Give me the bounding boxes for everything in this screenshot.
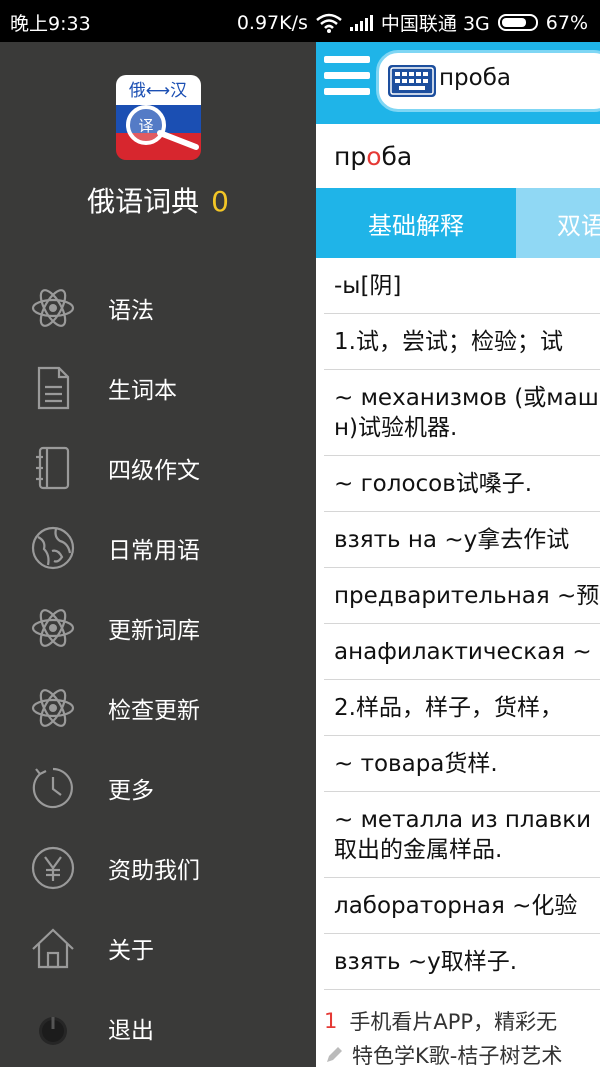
definition-tabs: 基础解释 双语	[316, 188, 600, 258]
list-item: 2.样品，样子，货样，	[324, 680, 600, 736]
list-item: лабораторная ~化验	[324, 878, 600, 934]
list-item: ~ механизмов (或машин)试验机器.	[324, 370, 600, 456]
status-bar: 晚上9:33 0.97K/s 中国联通 3G 67%	[0, 0, 600, 42]
menu-label: 日常用语	[108, 538, 200, 564]
menu-item-update-dictionary[interactable]: 更新词库	[0, 587, 316, 667]
top-bar	[316, 42, 600, 124]
navigation-drawer: 俄⟷汉 译 俄语词典 0 语法 生词本 四级作文 日常用语 更新词库 检查更新	[0, 42, 316, 1067]
app-title-row: 俄语词典 0	[0, 180, 316, 220]
list-item: 1.试，尝试；检验；试	[324, 314, 600, 370]
battery-icon	[497, 14, 538, 31]
menu-item-donate[interactable]: 资助我们	[0, 827, 316, 907]
clock-icon	[32, 767, 73, 809]
list-item: взять ~у取样子.	[324, 934, 600, 990]
menu-toggle-button[interactable]	[324, 56, 370, 108]
ad-link[interactable]: 1 手机看片APP，精彩无	[316, 1004, 600, 1038]
app-logo-icon: 俄⟷汉 译	[116, 75, 201, 160]
list-item: ~ металла из плавки 取出的金属样品.	[324, 792, 600, 878]
logo-text-mid: 译	[138, 117, 153, 135]
word-count-badge: 0	[211, 185, 229, 218]
menu-label: 资助我们	[108, 858, 200, 884]
headword: проба	[334, 142, 412, 171]
atom-icon	[31, 609, 75, 647]
menu-item-exit[interactable]: 退出	[0, 987, 316, 1067]
menu-label: 退出	[108, 1018, 154, 1044]
ad-text: 手机看片APP，精彩无	[349, 1010, 558, 1034]
globe-icon	[31, 526, 75, 570]
tab-bilingual[interactable]: 双语	[516, 188, 600, 258]
headword-stress: о	[366, 142, 382, 171]
ad-text: 特色学K歌-桔子树艺术	[352, 1044, 563, 1067]
pencil-icon	[327, 1047, 342, 1062]
battery-level: 67%	[545, 11, 588, 34]
atom-icon	[31, 289, 75, 327]
list-item: ~ голосов试嗓子.	[324, 456, 600, 512]
menu-label: 检查更新	[108, 698, 200, 724]
menu-label: 语法	[108, 298, 154, 324]
signal-icon	[349, 14, 373, 31]
wifi-icon	[316, 13, 342, 33]
menu-label: 更多	[108, 778, 154, 804]
list-item: взять на ~у拿去作试	[324, 512, 600, 568]
atom-icon	[31, 689, 75, 727]
headword-pre: пр	[334, 142, 367, 171]
menu-item-more[interactable]: 更多	[0, 747, 316, 827]
menu-label: 关于	[108, 938, 154, 964]
ad-link[interactable]: 特色学K歌-桔子树艺术	[316, 1038, 600, 1067]
menu-item-daily-phrases[interactable]: 日常用语	[0, 507, 316, 587]
main-panel: проба 基础解释 双语 -ы[阴] 1.试，尝试；检验；试 ~ механи…	[316, 42, 600, 1067]
ad-number: 1	[324, 1009, 338, 1033]
carrier-label: 中国联通 3G	[380, 13, 490, 35]
list-item: предварительная ~预	[324, 568, 600, 624]
search-box	[376, 50, 600, 112]
notebook-icon	[36, 446, 70, 490]
menu-item-check-update[interactable]: 检查更新	[0, 667, 316, 747]
list-item: анафилактическая ~	[324, 624, 600, 680]
ad-banner: 1 手机看片APP，精彩无 特色学K歌-桔子树艺术	[316, 1004, 600, 1067]
app-name: 俄语词典	[87, 185, 200, 218]
power-icon	[39, 1017, 67, 1045]
definition-list: -ы[阴] 1.试，尝试；检验；试 ~ механизмов (或машин)试…	[324, 258, 600, 990]
list-item: ~ товара货样.	[324, 736, 600, 792]
menu-label: 更新词库	[108, 618, 200, 644]
logo-text-top: 俄⟷汉	[129, 81, 187, 101]
yen-icon	[31, 846, 75, 890]
search-input[interactable]	[439, 65, 600, 91]
document-icon	[37, 366, 70, 410]
menu-item-about[interactable]: 关于	[0, 907, 316, 987]
list-item: -ы[阴]	[324, 258, 600, 314]
network-speed: 0.97K/s	[236, 11, 308, 34]
drawer-menu: 语法 生词本 四级作文 日常用语 更新词库 检查更新 更多 资助我们 关于 退出	[0, 267, 316, 1067]
menu-item-vocab-book[interactable]: 生词本	[0, 347, 316, 427]
menu-label: 四级作文	[108, 458, 200, 484]
tab-basic-definition[interactable]: 基础解释	[316, 188, 516, 258]
keyboard-icon[interactable]	[387, 63, 437, 99]
menu-item-grammar[interactable]: 语法	[0, 267, 316, 347]
menu-label: 生词本	[108, 378, 177, 404]
headword-post: ба	[381, 142, 413, 171]
status-right: 0.97K/s 中国联通 3G 67%	[237, 9, 588, 36]
menu-item-cet4-essay[interactable]: 四级作文	[0, 427, 316, 507]
home-icon	[32, 928, 74, 969]
status-time: 晚上9:33	[10, 13, 91, 35]
